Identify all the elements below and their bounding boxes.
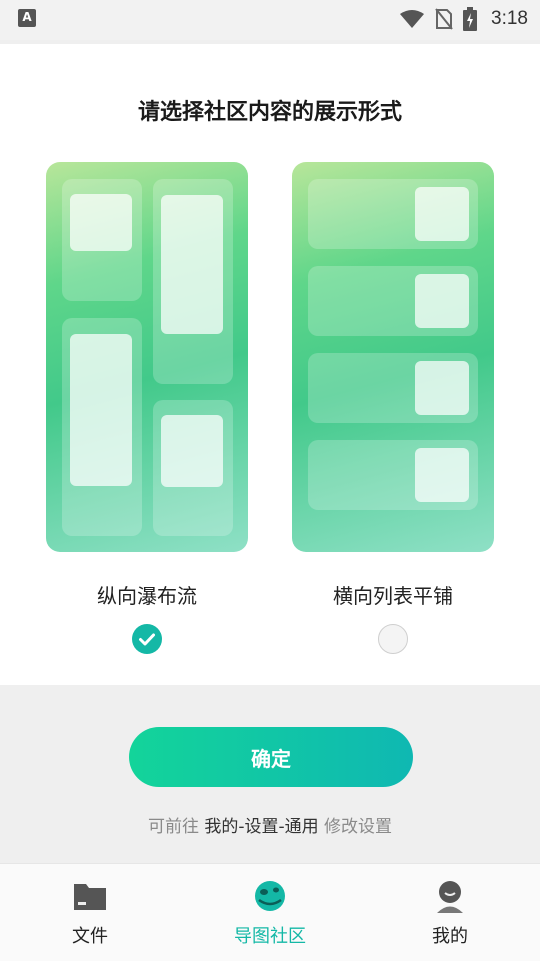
hint-suffix: 修改设置 [324,817,393,837]
no-sim-icon [435,8,453,30]
wifi-icon [400,10,425,28]
preview-thumb [70,334,132,486]
notification-a-icon: A [18,9,36,27]
tab-mine[interactable]: 我的 [360,864,540,961]
option-label-waterfall[interactable]: 纵向瀑布流 [46,580,248,609]
status-bar: A 3:18 [0,0,540,40]
settings-hint: 可前往 我的-设置-通用 修改设置 [0,812,540,837]
check-icon [139,633,155,646]
preview-row [308,266,478,336]
preview-row [308,440,478,510]
list-preview[interactable] [292,162,494,552]
preview-thumb [161,195,223,334]
status-icons: 3:18 [399,6,528,32]
preview-thumb [161,415,223,487]
folder-icon [74,884,106,910]
preview-thumb [415,274,469,328]
bottom-tab-bar: 文件 导图社区 我的 [0,863,540,961]
option-label-list[interactable]: 横向列表平铺 [292,580,494,609]
preview-tile [62,179,142,301]
confirm-button[interactable]: 确定 [129,727,413,787]
preview-tile [153,179,233,384]
preview-thumb [70,194,132,251]
radio-list[interactable] [378,624,408,654]
waterfall-preview[interactable] [46,162,248,552]
hint-prefix: 可前往 [147,817,199,837]
tab-label: 文件 [72,926,108,947]
preview-thumb [415,187,469,241]
preview-tile [62,318,142,536]
hint-settings-path[interactable]: 我的-设置-通用 [204,817,318,837]
page-title: 请选择社区内容的展示形式 [137,100,402,125]
tab-mindmap-community[interactable]: 导图社区 [180,864,360,961]
preview-row [308,179,478,249]
battery-charging-icon [463,7,478,31]
user-icon [437,881,463,913]
planet-icon [255,881,285,911]
preview-tile [153,400,233,536]
tab-files[interactable]: 文件 [0,864,180,961]
preview-thumb [415,448,469,502]
preview-thumb [415,361,469,415]
tab-label: 我的 [432,926,468,947]
radio-waterfall[interactable] [132,624,162,654]
clock: 3:18 [491,8,528,29]
tab-label: 导图社区 [234,926,306,947]
preview-row [308,353,478,423]
